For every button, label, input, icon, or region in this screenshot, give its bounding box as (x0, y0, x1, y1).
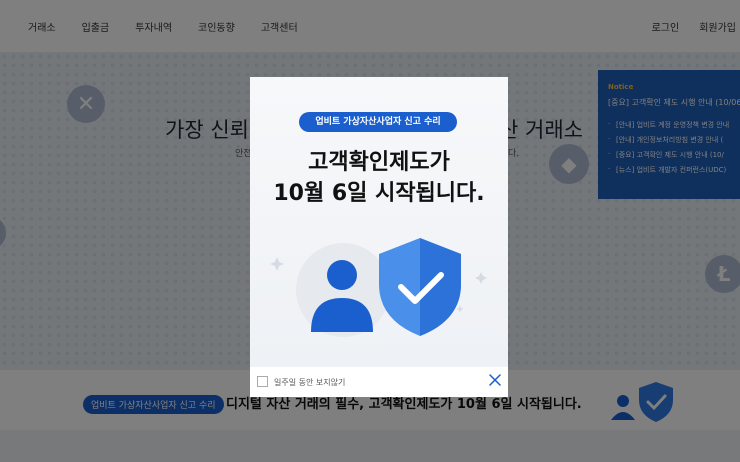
popup-footer: 일주일 동안 보지않기 (250, 367, 508, 397)
popup-title-line1: 고객확인제도가 (308, 150, 450, 175)
dont-show-checkbox[interactable] (257, 376, 268, 387)
close-icon[interactable] (488, 373, 502, 387)
dont-show-label[interactable]: 일주일 동안 보지않기 (274, 377, 345, 388)
popup-body[interactable]: 업비트 가상자산사업자 신고 수리 고객확인제도가 10월 6일 시작됩니다. (250, 77, 508, 367)
popup-title-line2: 10월 6일 시작됩니다. (273, 181, 485, 206)
popup-badge: 업비트 가상자산사업자 신고 수리 (299, 112, 457, 132)
popup-title: 고객확인제도가 10월 6일 시작됩니다. (250, 147, 508, 209)
verification-illustration (270, 238, 487, 337)
kyc-popup: 업비트 가상자산사업자 신고 수리 고객확인제도가 10월 6일 시작됩니다. … (250, 77, 508, 397)
